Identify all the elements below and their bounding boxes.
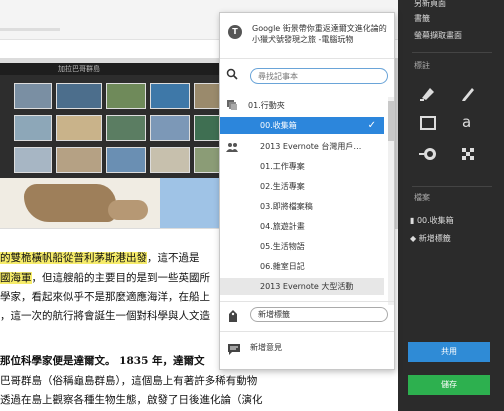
notebook-label: 03.即將檔案稿 — [260, 202, 313, 211]
annotate-heading: 標註 — [414, 61, 430, 70]
notebook-label: 06.雜室日記 — [260, 262, 305, 271]
notebook-label: 2013 Evernote 台灣用戶… — [260, 142, 362, 151]
article-line: 的雙桅橫帆船從普利茅斯港出發，這不過是 — [0, 252, 200, 264]
notebook-small-icon: ▮ — [410, 216, 417, 225]
article-line: 巴哥群島（俗稱龜島群島），這個島上有著許多稀有動物 — [0, 375, 258, 387]
text-icon[interactable]: a — [458, 112, 478, 131]
notebook-item-hover[interactable]: 2013 Evernote 大型活動 — [220, 278, 384, 295]
map-thumbnail — [0, 178, 226, 228]
notebook-item-selected[interactable]: 00.收集箱 ✓ — [220, 117, 384, 134]
comment-icon — [228, 344, 240, 355]
highlighter-icon[interactable] — [418, 84, 438, 102]
notebook-stack-item[interactable]: 01.行動夾 — [220, 97, 384, 114]
notebook-item[interactable]: 05.生活物語 — [220, 238, 384, 255]
notebook-item[interactable]: 04.旅遊計畫 — [220, 218, 384, 235]
notebook-list: 01.行動夾 00.收集箱 ✓ 2013 Evernote 台灣用戶… 01.工… — [220, 97, 388, 307]
pen-icon[interactable] — [458, 84, 478, 102]
tag-icon — [229, 310, 237, 322]
notebook-label: 01.工作專案 — [260, 162, 305, 171]
notebook-label: 01.行動夾 — [248, 101, 285, 110]
clip-option-bookmark[interactable]: 書籤 — [414, 13, 430, 24]
stamp-icon[interactable] — [418, 145, 438, 163]
notebook-search-input[interactable] — [250, 68, 388, 84]
shared-people-icon — [226, 143, 238, 152]
photo-bar-title: 加拉巴哥群島 — [58, 65, 100, 73]
article-line: ，這一次的航行將會誕生一個對科學與人文造 — [0, 310, 210, 322]
clip-option-screenshot[interactable]: 螢幕擷取畫面 — [414, 30, 462, 41]
photo-toolbar: 加拉巴哥群島 — [0, 63, 226, 75]
notebook-item[interactable]: 02.生活專案 — [220, 178, 384, 195]
add-tag-input[interactable]: 新增標籤 — [250, 307, 388, 322]
share-button[interactable]: 共用 — [408, 342, 490, 362]
save-button[interactable]: 儲存 — [408, 375, 490, 395]
notebook-label: 04.旅遊計畫 — [260, 222, 305, 231]
svg-text:a: a — [462, 113, 471, 130]
pixelate-icon[interactable] — [458, 145, 478, 163]
notebook-selector[interactable]: ▮ 00.收集箱 — [410, 215, 454, 226]
add-tag-label: 新增標籤 — [418, 234, 451, 243]
article-line: 透過在島上觀察各種生物生態，啟發了日後進化論（演化 — [0, 394, 263, 406]
clip-option-article[interactable]: 另新頁面 — [414, 0, 446, 9]
notebook-shared-item[interactable]: 2013 Evernote 台灣用戶… — [220, 138, 384, 155]
notebook-item[interactable]: 01.工作專案 — [220, 158, 384, 175]
page-title-icon: T — [228, 25, 242, 39]
notebook-dropdown: T Google 街景帶你重返達爾文進化論的小獵犬號發現之旅 -電腦玩物 01.… — [219, 12, 395, 370]
add-remark-field[interactable]: 新增意見 — [250, 342, 282, 353]
tag-small-icon: ◆ — [410, 234, 419, 243]
notebook-selector-label: 00.收集箱 — [416, 216, 454, 225]
notebook-list-scrollbar[interactable] — [388, 97, 394, 305]
notebook-label: 00.收集箱 — [260, 121, 297, 130]
page-title-field[interactable]: Google 街景帶你重返達爾文進化論的小獵犬號發現之旅 -電腦玩物 — [252, 23, 388, 45]
notebook-item[interactable]: 03.即將檔案稿 — [220, 198, 384, 215]
search-icon — [226, 68, 238, 80]
notebook-item[interactable]: 06.雜室日記 — [220, 258, 384, 275]
checkmark-icon: ✓ — [367, 120, 376, 131]
notebook-label: 05.生活物語 — [260, 242, 305, 251]
add-tag-link[interactable]: ◆ 新增標籤 — [410, 233, 451, 244]
article-line: 那位科學家便是達爾文。 1835 年，達爾文 — [0, 355, 205, 367]
article-line: 學家，看起來似乎不是那麼適應海洋，在船上 — [0, 291, 210, 303]
article-line: 國海軍，但這艘船的主要目的是到一些英國所 — [0, 272, 210, 284]
files-heading: 檔案 — [414, 193, 430, 202]
notebook-label: 02.生活專案 — [260, 182, 305, 191]
article-photo: 加拉巴哥群島 — [0, 63, 226, 228]
rectangle-icon[interactable] — [418, 114, 438, 132]
notebook-label: 2013 Evernote 大型活動 — [260, 282, 354, 291]
